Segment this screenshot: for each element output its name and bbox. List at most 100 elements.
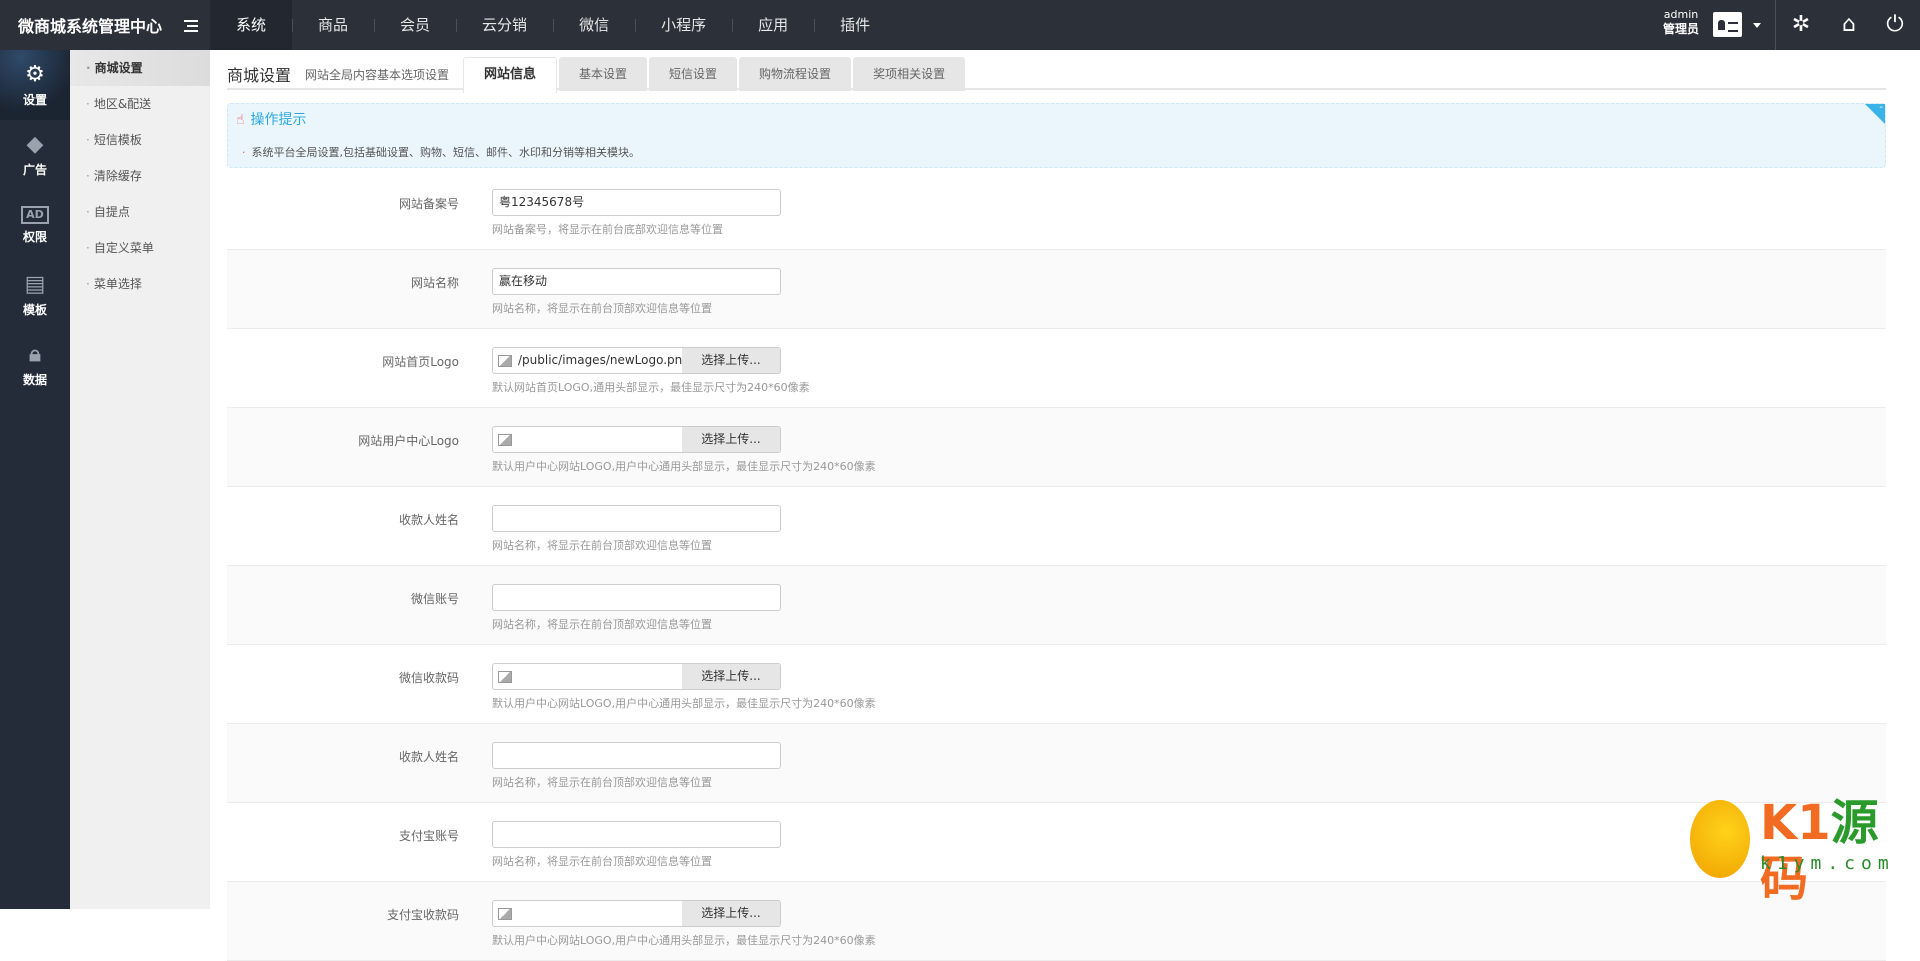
nav-apps[interactable]: 应用 <box>732 0 814 50</box>
brand-title: 微商城系统管理中心 <box>18 17 163 36</box>
text-input[interactable] <box>492 821 781 848</box>
image-icon <box>498 434 512 446</box>
tab-basic[interactable]: 基本设置 <box>559 57 648 91</box>
text-input[interactable]: 粤12345678号 <box>492 189 781 216</box>
nav-goods[interactable]: 商品 <box>292 0 374 50</box>
page-title: 商城设置 <box>227 66 292 85</box>
sidebar-label: 模板 <box>22 302 47 317</box>
upload-button[interactable]: 选择上传... <box>682 901 780 926</box>
sidebar-item-ads[interactable]: ◆ 广告 <box>0 120 70 190</box>
sidebar-item-settings[interactable]: ⚙ 设置 <box>0 50 70 120</box>
home-icon[interactable]: ⌂ <box>1836 12 1862 38</box>
form-row: 收款人姓名 网站名称，将显示在前台顶部欢迎信息等位置 <box>227 724 1886 803</box>
field-hint: 默认用户中心网站LOGO,用户中心通用头部显示，最佳显示尺寸为240*60像素 <box>492 697 876 710</box>
file-upload-field[interactable]: /public/images/newLogo.png 选择上传... <box>492 347 781 374</box>
upload-button[interactable]: 选择上传... <box>682 664 780 689</box>
file-upload-field[interactable]: 选择上传... <box>492 426 781 453</box>
upload-button[interactable]: 选择上传... <box>682 348 780 373</box>
image-icon <box>498 671 512 683</box>
field: 赢在移动网站名称，将显示在前台顶部欢迎信息等位置 <box>492 268 781 316</box>
image-icon <box>498 355 512 367</box>
submenu: 商城设置 地区&配送 短信模板 清除缓存 自提点 自定义菜单 菜单选择 <box>70 50 210 909</box>
tab-site-info[interactable]: 网站信息 <box>463 57 558 93</box>
field-hint: 默认用户中心网站LOGO,用户中心通用头部显示，最佳显示尺寸为240*60像素 <box>492 460 876 473</box>
field-label: 网站备案号 <box>398 197 459 211</box>
ad-board-icon: AD <box>21 205 49 224</box>
tip-box: ☝ 操作提示 系统平台全局设置,包括基础设置、购物、短信、邮件、水印和分销等相关模… <box>227 102 1886 168</box>
collapse-tip-button[interactable]: - <box>1865 102 1885 124</box>
field: 网站名称，将显示在前台顶部欢迎信息等位置 <box>492 584 781 632</box>
collapse-icon: - <box>1879 102 1883 113</box>
id-card-icon[interactable] <box>1713 12 1742 37</box>
submenu-item-menu-select[interactable]: 菜单选择 <box>70 266 210 302</box>
sidebar-label: 广告 <box>22 162 47 177</box>
icon-sidebar: ⚙ 设置 ◆ 广告 AD 权限 ▤ 模板 🔒︎ 数据 <box>0 50 70 909</box>
sidebar-item-data[interactable]: 🔒︎ 数据 <box>0 330 70 400</box>
settings-form: 网站备案号 粤12345678号 网站备案号，将显示在前台底部欢迎信息等位置 网站名称… <box>227 171 1886 961</box>
power-icon[interactable]: ⏻ <box>1882 12 1908 38</box>
file-path: /public/images/newLogo.png <box>518 353 682 367</box>
file-path <box>518 664 682 689</box>
field-label: 支付宝账号 <box>398 829 459 843</box>
file-upload-field[interactable]: 选择上传... <box>492 900 781 927</box>
submenu-item-sms-template[interactable]: 短信模板 <box>70 122 210 158</box>
text-input[interactable] <box>492 584 781 611</box>
form-row: 支付宝收款码 选择上传... 默认用户中心网站LOGO,用户中心通用头部显示，最佳显… <box>227 882 1886 961</box>
form-row: 网站备案号 粤12345678号网站备案号，将显示在前台底部欢迎信息等位置 <box>227 171 1886 250</box>
tabs: 网站信息 基本设置 短信设置 购物流程设置 奖项相关设置 <box>463 57 967 93</box>
field-hint: 网站备案号，将显示在前台底部欢迎信息等位置 <box>492 223 723 236</box>
submenu-item-clear-cache[interactable]: 清除缓存 <box>70 158 210 194</box>
field: 选择上传... 默认用户中心网站LOGO,用户中心通用头部显示，最佳显示尺寸为24… <box>492 663 876 711</box>
user-role: 管理员 <box>1663 22 1700 36</box>
nav-members[interactable]: 会员 <box>374 0 456 50</box>
submenu-item-pickup-points[interactable]: 自提点 <box>70 194 210 230</box>
diamond-icon: ◆ <box>26 131 44 157</box>
field-hint: 网站名称，将显示在前台顶部欢迎信息等位置 <box>492 776 712 789</box>
top-nav: 系统 商品 会员 云分销 微信 小程序 应用 插件 <box>210 0 896 50</box>
field-hint: 网站名称，将显示在前台顶部欢迎信息等位置 <box>492 302 712 315</box>
submenu-item-custom-menu[interactable]: 自定义菜单 <box>70 230 210 266</box>
field: /public/images/newLogo.png 选择上传... 默认网站首页L… <box>492 347 810 395</box>
field-label: 支付宝收款码 <box>386 908 459 922</box>
field: 粤12345678号网站备案号，将显示在前台底部欢迎信息等位置 <box>492 189 781 237</box>
tab-awards[interactable]: 奖项相关设置 <box>853 57 966 91</box>
gear-icon: ⚙ <box>25 61 45 87</box>
field-hint: 默认用户中心网站LOGO,用户中心通用头部显示，最佳显示尺寸为240*60像素 <box>492 934 876 947</box>
tab-sms[interactable]: 短信设置 <box>649 57 738 91</box>
watermark-logo: K1源码 k1ym.com <box>1690 795 1900 907</box>
menu-toggle-icon[interactable] <box>184 20 198 32</box>
field-label: 网站首页Logo <box>382 355 459 369</box>
form-row: 微信账号 网站名称，将显示在前台顶部欢迎信息等位置 <box>227 566 1886 645</box>
submenu-item-region-shipping[interactable]: 地区&配送 <box>70 86 210 122</box>
submenu-item-mall-settings[interactable]: 商城设置 <box>70 50 210 86</box>
text-input[interactable] <box>492 505 781 532</box>
field: 网站名称，将显示在前台顶部欢迎信息等位置 <box>492 821 781 869</box>
nav-system[interactable]: 系统 <box>210 0 293 50</box>
nav-distribution[interactable]: 云分销 <box>456 0 553 50</box>
sidebar-item-permissions[interactable]: AD 权限 <box>0 190 70 260</box>
text-input[interactable]: 赢在移动 <box>492 268 781 295</box>
network-icon[interactable]: ✲ <box>1788 12 1814 38</box>
nav-miniprogram[interactable]: 小程序 <box>635 0 732 50</box>
tip-text: 系统平台全局设置,包括基础设置、购物、短信、邮件、水印和分销等相关模块。 <box>242 144 641 160</box>
lock-icon: 🔒︎ <box>29 341 41 367</box>
page-subtitle: 网站全局内容基本选项设置 <box>305 68 450 82</box>
dropdown-caret-icon[interactable] <box>1753 23 1761 32</box>
field-hint: 默认网站首页LOGO,通用头部显示，最佳显示尺寸为240*60像素 <box>492 381 810 394</box>
tab-shopping-flow[interactable]: 购物流程设置 <box>739 57 852 91</box>
file-upload-field[interactable]: 选择上传... <box>492 663 781 690</box>
nav-wechat[interactable]: 微信 <box>553 0 635 50</box>
form-row: 支付宝账号网站名称，将显示在前台顶部欢迎信息等位置 <box>227 803 1886 882</box>
field: 网站名称，将显示在前台顶部欢迎信息等位置 <box>492 742 781 790</box>
sidebar-item-templates[interactable]: ▤ 模板 <box>0 260 70 330</box>
upload-button[interactable]: 选择上传... <box>682 427 780 452</box>
field-hint: 网站名称，将显示在前台顶部欢迎信息等位置 <box>492 855 712 868</box>
text-input[interactable] <box>492 742 781 769</box>
field: 网站名称，将显示在前台顶部欢迎信息等位置 <box>492 505 781 553</box>
field-label: 网站名称 <box>410 276 459 290</box>
field-label: 收款人姓名 <box>398 513 459 527</box>
top-header: 微商城系统管理中心 系统 商品 会员 云分销 微信 小程序 应用 插件 admi… <box>0 0 1920 50</box>
field-label: 微信收款码 <box>398 671 459 685</box>
user-info[interactable]: admin 管理员 <box>1663 8 1699 36</box>
nav-plugins[interactable]: 插件 <box>814 0 896 50</box>
